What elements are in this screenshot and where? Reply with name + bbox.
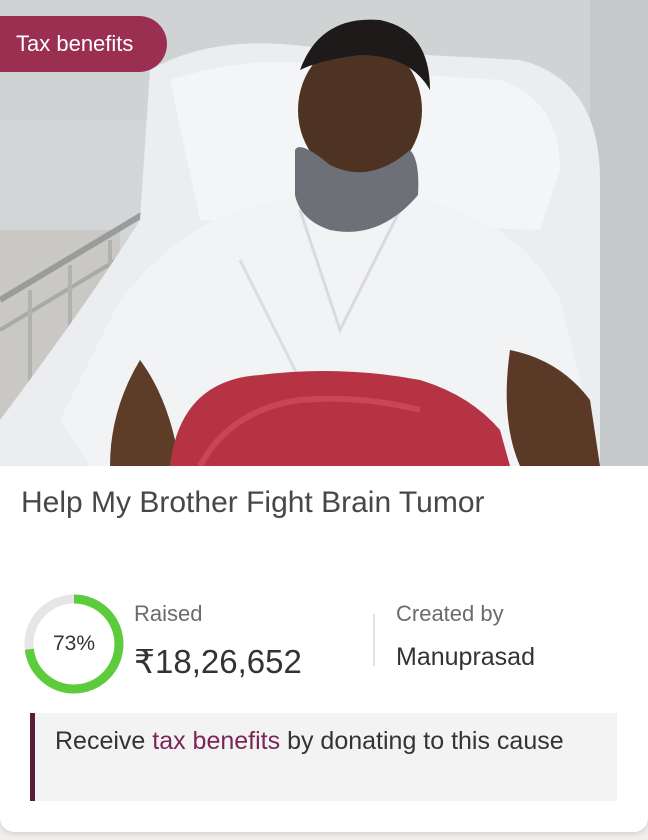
tax-notice-suffix: by donating to this cause	[280, 727, 564, 755]
tax-notice-prefix: Receive	[55, 727, 153, 755]
fundraiser-card[interactable]: Tax benefits Help My Brother Fight Brain…	[0, 0, 648, 832]
raised-label: Raised	[134, 601, 203, 626]
progress-percent: 73%	[52, 632, 96, 655]
creator-name: Manuprasad	[396, 643, 535, 671]
raised-amount: ₹18,26,652	[134, 643, 302, 680]
stats-divider	[373, 614, 375, 666]
tax-benefit-notice: Receive tax benefits by donating to this…	[30, 713, 617, 801]
created-by-label: Created by	[396, 601, 504, 626]
tax-benefits-link[interactable]: tax benefits	[152, 727, 280, 755]
campaign-photo[interactable]: Tax benefits	[0, 0, 648, 466]
progress-ring: 73%	[22, 592, 126, 696]
campaign-title[interactable]: Help My Brother Fight Brain Tumor	[21, 486, 485, 520]
tax-benefits-badge[interactable]: Tax benefits	[0, 16, 168, 72]
